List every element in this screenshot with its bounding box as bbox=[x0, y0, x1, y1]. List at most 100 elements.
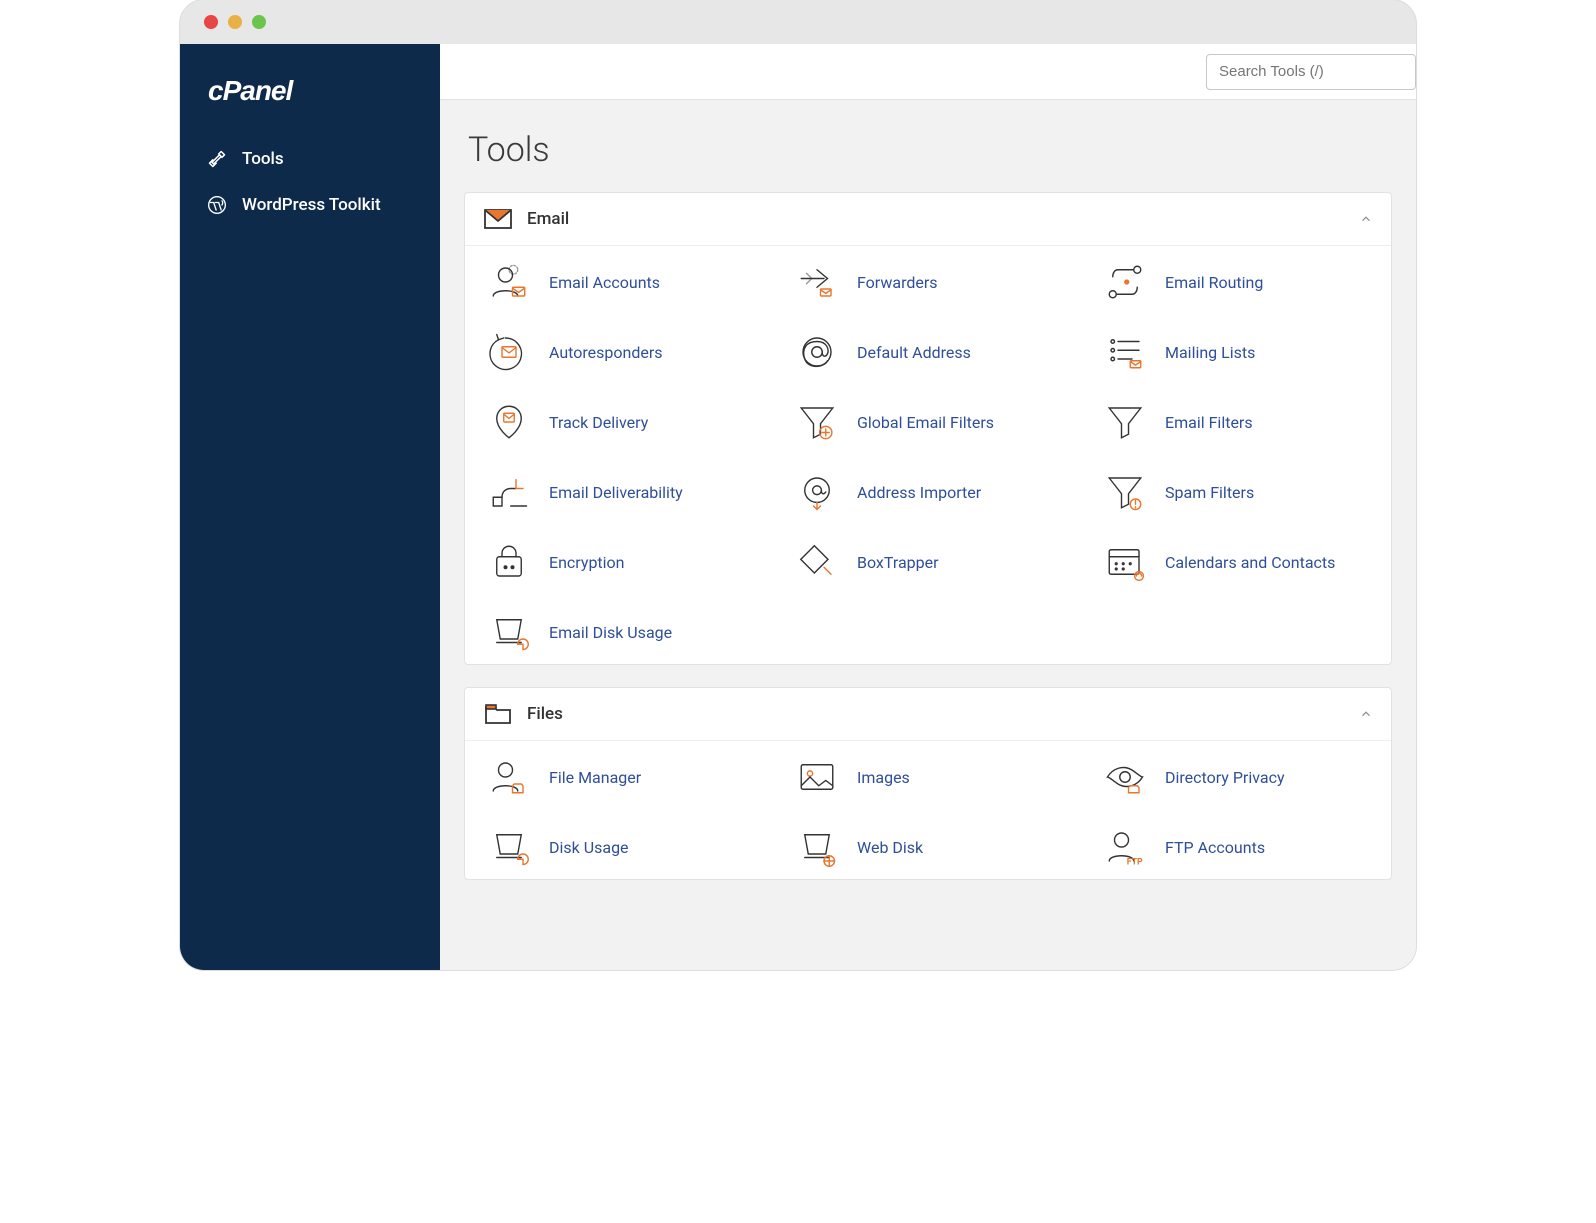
track-delivery-icon bbox=[485, 402, 533, 442]
envelope-icon bbox=[483, 207, 513, 231]
panel-email: Email bbox=[464, 192, 1392, 665]
chevron-up-icon bbox=[1359, 707, 1373, 721]
sidebar-item-label: WordPress Toolkit bbox=[242, 195, 381, 215]
wordpress-icon bbox=[206, 194, 228, 216]
encryption-icon bbox=[485, 542, 533, 582]
tool-email-routing[interactable]: Email Routing bbox=[1087, 260, 1385, 304]
tool-autoresponders[interactable]: Autoresponders bbox=[471, 330, 769, 374]
boxtrapper-icon bbox=[793, 542, 841, 582]
tool-boxtrapper[interactable]: BoxTrapper bbox=[779, 540, 1077, 584]
tool-label: Email Disk Usage bbox=[549, 623, 672, 642]
tool-label: Forwarders bbox=[857, 273, 938, 292]
tool-label: Email Routing bbox=[1165, 273, 1263, 292]
tool-label: Directory Privacy bbox=[1165, 768, 1285, 787]
disk-usage-icon bbox=[485, 827, 533, 867]
search-container bbox=[1206, 54, 1416, 90]
mailing-lists-icon bbox=[1101, 332, 1149, 372]
sidebar-item-label: Tools bbox=[242, 149, 284, 169]
calendars-contacts-icon bbox=[1101, 542, 1149, 582]
file-manager-icon bbox=[485, 757, 533, 797]
email-accounts-icon bbox=[485, 262, 533, 302]
tool-track-delivery[interactable]: Track Delivery bbox=[471, 400, 769, 444]
ftp-accounts-icon: FTP bbox=[1101, 827, 1149, 867]
window-close-dot[interactable] bbox=[204, 15, 218, 29]
browser-frame: cPanel Tools WordPress Too bbox=[180, 0, 1416, 970]
tool-disk-usage[interactable]: Disk Usage bbox=[471, 825, 769, 869]
panel-header-files[interactable]: Files bbox=[465, 688, 1391, 741]
tool-label: Calendars and Contacts bbox=[1165, 553, 1335, 572]
app-root: cPanel Tools WordPress Too bbox=[180, 44, 1416, 970]
panel-title: Files bbox=[527, 704, 1359, 724]
svg-text:cPanel: cPanel bbox=[208, 75, 294, 106]
tool-default-address[interactable]: Default Address bbox=[779, 330, 1077, 374]
tool-label: Spam Filters bbox=[1165, 483, 1254, 502]
tool-file-manager[interactable]: File Manager bbox=[471, 755, 769, 799]
tool-label: Disk Usage bbox=[549, 838, 629, 857]
tool-label: FTP Accounts bbox=[1165, 838, 1265, 857]
panel-body-files: File Manager Images bbox=[465, 741, 1391, 879]
window-zoom-dot[interactable] bbox=[252, 15, 266, 29]
main: Tools Email bbox=[440, 44, 1416, 970]
content-scroll: Tools Email bbox=[440, 100, 1416, 970]
global-email-filters-icon bbox=[793, 402, 841, 442]
tool-label: Mailing Lists bbox=[1165, 343, 1255, 362]
svg-text:FTP: FTP bbox=[1127, 858, 1143, 868]
sidebar-item-tools[interactable]: Tools bbox=[180, 136, 440, 182]
web-disk-icon bbox=[793, 827, 841, 867]
tool-label: Web Disk bbox=[857, 838, 923, 857]
tool-spam-filters[interactable]: Spam Filters bbox=[1087, 470, 1385, 514]
tool-images[interactable]: Images bbox=[779, 755, 1077, 799]
tool-label: Images bbox=[857, 768, 910, 787]
directory-privacy-icon bbox=[1101, 757, 1149, 797]
page-title: Tools bbox=[464, 124, 1392, 192]
tool-email-filters[interactable]: Email Filters bbox=[1087, 400, 1385, 444]
tool-email-deliverability[interactable]: Email Deliverability bbox=[471, 470, 769, 514]
tool-label: Address Importer bbox=[857, 483, 981, 502]
tool-label: Email Deliverability bbox=[549, 483, 683, 502]
tool-label: Track Delivery bbox=[549, 413, 648, 432]
tool-ftp-accounts[interactable]: FTP FTP Accounts bbox=[1087, 825, 1385, 869]
tool-calendars-contacts[interactable]: Calendars and Contacts bbox=[1087, 540, 1385, 584]
tool-label: Autoresponders bbox=[549, 343, 663, 362]
email-deliverability-icon bbox=[485, 472, 533, 512]
window-minimize-dot[interactable] bbox=[228, 15, 242, 29]
panel-files: Files F bbox=[464, 687, 1392, 880]
tool-label: Email Filters bbox=[1165, 413, 1253, 432]
tool-label: Encryption bbox=[549, 553, 625, 572]
tool-web-disk[interactable]: Web Disk bbox=[779, 825, 1077, 869]
tool-mailing-lists[interactable]: Mailing Lists bbox=[1087, 330, 1385, 374]
folder-icon bbox=[483, 702, 513, 726]
tool-label: Global Email Filters bbox=[857, 413, 994, 432]
topbar bbox=[440, 44, 1416, 100]
search-input[interactable] bbox=[1206, 54, 1416, 90]
autoresponders-icon bbox=[485, 332, 533, 372]
email-filters-icon bbox=[1101, 402, 1149, 442]
email-routing-icon bbox=[1101, 262, 1149, 302]
tool-directory-privacy[interactable]: Directory Privacy bbox=[1087, 755, 1385, 799]
address-importer-icon bbox=[793, 472, 841, 512]
panel-body-email: Email Accounts Forw bbox=[465, 246, 1391, 664]
images-icon bbox=[793, 757, 841, 797]
sidebar: cPanel Tools WordPress Too bbox=[180, 44, 440, 970]
tool-forwarders[interactable]: Forwarders bbox=[779, 260, 1077, 304]
tool-label: File Manager bbox=[549, 768, 641, 787]
tool-label: Email Accounts bbox=[549, 273, 660, 292]
panel-header-email[interactable]: Email bbox=[465, 193, 1391, 246]
panel-title: Email bbox=[527, 209, 1359, 229]
tool-email-disk-usage[interactable]: Email Disk Usage bbox=[471, 610, 769, 654]
default-address-icon bbox=[793, 332, 841, 372]
forwarders-icon bbox=[793, 262, 841, 302]
tool-email-accounts[interactable]: Email Accounts bbox=[471, 260, 769, 304]
brand-logo[interactable]: cPanel bbox=[180, 60, 440, 136]
tool-label: BoxTrapper bbox=[857, 553, 939, 572]
email-disk-usage-icon bbox=[485, 612, 533, 652]
window-titlebar bbox=[180, 0, 1416, 44]
tool-label: Default Address bbox=[857, 343, 971, 362]
sidebar-item-wordpress-toolkit[interactable]: WordPress Toolkit bbox=[180, 182, 440, 228]
tools-icon bbox=[206, 148, 228, 170]
tool-encryption[interactable]: Encryption bbox=[471, 540, 769, 584]
spam-filters-icon bbox=[1101, 472, 1149, 512]
tool-address-importer[interactable]: Address Importer bbox=[779, 470, 1077, 514]
tool-global-email-filters[interactable]: Global Email Filters bbox=[779, 400, 1077, 444]
chevron-up-icon bbox=[1359, 212, 1373, 226]
